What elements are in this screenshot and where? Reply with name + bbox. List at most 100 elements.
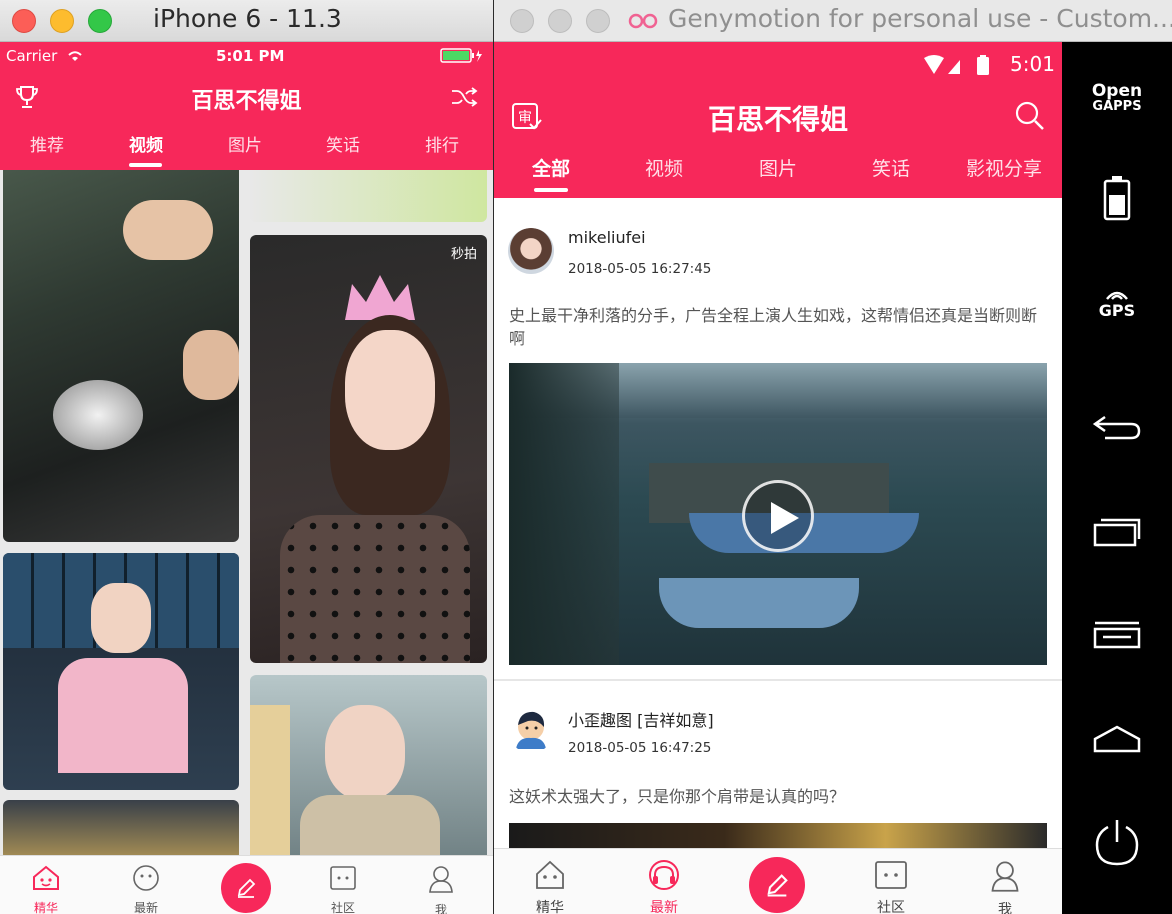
publish-button[interactable] bbox=[221, 863, 271, 913]
video-card[interactable] bbox=[3, 553, 239, 790]
ios-simulator-window: iPhone 6 - 11.3 Carrier 5:01 PM 百思不得姐 推荐… bbox=[0, 0, 493, 914]
ios-category-tabs: 推荐 视频 图片 笑话 排行 bbox=[0, 128, 493, 170]
tab-bar-featured[interactable]: 精华 bbox=[16, 864, 76, 914]
tab-bar-label: 社区 bbox=[877, 900, 905, 914]
android-category-tabs: 全部 视频 图片 笑话 影视分享 bbox=[494, 146, 1062, 198]
crown-image bbox=[345, 275, 415, 320]
minimize-window-button[interactable] bbox=[548, 8, 572, 33]
post-item[interactable]: 小歪趣图 [吉祥如意] 2018-05-05 16:47:25 这妖术太强大了，… bbox=[494, 681, 1062, 848]
tab-bar-community[interactable]: 社区 bbox=[313, 864, 373, 914]
pencil-icon bbox=[237, 878, 256, 898]
android-status-bar: 5:01 bbox=[494, 42, 1062, 88]
tab-bar-new[interactable]: 最新 bbox=[629, 859, 699, 914]
carrier-label: Carrier bbox=[6, 47, 58, 65]
ios-window-titlebar: iPhone 6 - 11.3 bbox=[0, 0, 493, 42]
tab-bar-label: 精华 bbox=[33, 901, 58, 914]
active-tab-indicator bbox=[129, 163, 162, 167]
recent-apps-button[interactable] bbox=[1062, 506, 1172, 556]
ios-app-header: Carrier 5:01 PM 百思不得姐 推荐 视频 图片 笑话 排行 bbox=[0, 42, 493, 170]
menu-icon bbox=[1093, 621, 1141, 649]
android-app-header: 5:01 审 百思不得姐 全部 视频 图片 笑话 影视分享 bbox=[494, 42, 1062, 198]
avatar[interactable] bbox=[508, 707, 554, 753]
menu-button[interactable] bbox=[1062, 610, 1172, 660]
play-button[interactable] bbox=[742, 480, 814, 552]
tab-video[interactable]: 视频 bbox=[116, 131, 176, 156]
shuffle-icon[interactable] bbox=[450, 86, 478, 108]
android-clock: 5:01 bbox=[1010, 52, 1055, 76]
power-icon bbox=[1095, 820, 1139, 866]
power-button[interactable] bbox=[1062, 812, 1172, 872]
community-box-icon bbox=[875, 861, 907, 889]
publish-button[interactable] bbox=[749, 857, 805, 913]
post-image[interactable] bbox=[509, 823, 1047, 848]
tab-movie-share[interactable]: 影视分享 bbox=[959, 154, 1049, 181]
tab-bar-new[interactable]: 最新 bbox=[116, 864, 176, 914]
search-icon[interactable] bbox=[1014, 100, 1046, 132]
tab-jokes[interactable]: 笑话 bbox=[846, 154, 936, 181]
post-time: 2018-05-05 16:47:25 bbox=[568, 740, 712, 756]
video-card[interactable]: 秒拍 bbox=[250, 235, 487, 663]
gps-widget[interactable]: GPS bbox=[1062, 274, 1172, 330]
post-author[interactable]: 小歪趣图 [吉祥如意] bbox=[568, 707, 714, 731]
android-tab-bar: 精华 最新 社区 我 bbox=[494, 848, 1062, 914]
wifi-signal-battery-icon bbox=[924, 55, 989, 75]
community-box-icon bbox=[330, 866, 356, 890]
zoom-window-button[interactable] bbox=[88, 8, 112, 33]
tab-bar-label: 我 bbox=[998, 902, 1012, 914]
tab-bar-community[interactable]: 社区 bbox=[856, 859, 926, 914]
ios-clock: 5:01 PM bbox=[216, 47, 285, 65]
tab-jokes[interactable]: 笑话 bbox=[313, 131, 373, 156]
battery-icon bbox=[440, 48, 482, 63]
tab-bar-me[interactable]: 我 bbox=[970, 859, 1040, 914]
ios-tab-bar: 精华 最新 社区 我 bbox=[0, 855, 493, 914]
tab-ranking[interactable]: 排行 bbox=[412, 131, 472, 156]
post-time: 2018-05-05 16:27:45 bbox=[568, 261, 712, 277]
android-app-title: 百思不得姐 bbox=[707, 103, 848, 136]
battery-widget[interactable] bbox=[1062, 170, 1172, 226]
chrome-stool-image bbox=[53, 380, 143, 450]
opengapps-widget[interactable]: Open GAPPS bbox=[1062, 70, 1172, 126]
ios-app-title: 百思不得姐 bbox=[191, 89, 302, 114]
tab-pictures[interactable]: 图片 bbox=[215, 131, 275, 156]
active-tab-indicator bbox=[534, 188, 568, 192]
zoom-window-button[interactable] bbox=[586, 8, 610, 33]
hand-image bbox=[183, 330, 239, 400]
gps-label: GPS bbox=[1098, 300, 1136, 320]
ios-window-title: iPhone 6 - 11.3 bbox=[153, 4, 342, 33]
close-window-button[interactable] bbox=[510, 8, 534, 33]
close-window-button[interactable] bbox=[12, 8, 36, 33]
post-text: 史上最干净利落的分手，广告全程上演人生如戏，这帮情侣还真是当断则断啊 bbox=[509, 306, 1038, 348]
tab-recommend[interactable]: 推荐 bbox=[17, 131, 77, 156]
video-card[interactable] bbox=[3, 170, 239, 542]
post-text: 这妖术太强大了，只是你那个肩带是认真的吗？ bbox=[509, 787, 846, 806]
tab-bar-label: 精华 bbox=[536, 900, 564, 914]
tab-bar-label: 最新 bbox=[133, 901, 158, 914]
tab-pictures[interactable]: 图片 bbox=[733, 154, 823, 181]
video-thumbnail[interactable] bbox=[509, 363, 1047, 665]
tab-bar-label: 我 bbox=[434, 903, 447, 914]
tab-video[interactable]: 视频 bbox=[619, 154, 709, 181]
genymotion-window: Genymotion for personal use - Custom... … bbox=[494, 0, 1172, 914]
home-button[interactable] bbox=[1062, 714, 1172, 764]
ios-nav-bar: 百思不得姐 bbox=[0, 74, 493, 122]
tab-bar-featured[interactable]: 精华 bbox=[515, 859, 585, 914]
anchor-face-image bbox=[91, 583, 151, 653]
avatar[interactable] bbox=[508, 228, 554, 274]
smiley-icon bbox=[133, 865, 159, 891]
frame-edge-image bbox=[509, 363, 619, 665]
video-card[interactable] bbox=[250, 675, 487, 855]
video-card[interactable] bbox=[3, 800, 239, 855]
face-image bbox=[345, 330, 435, 450]
genymotion-sidebar: Open GAPPS GPS bbox=[1062, 42, 1172, 914]
post-item[interactable]: mikeliufei 2018-05-05 16:27:45 史上最干净利落的分… bbox=[494, 198, 1062, 681]
tab-bar-me[interactable]: 我 bbox=[411, 864, 471, 914]
back-button[interactable] bbox=[1062, 402, 1172, 452]
video-card[interactable] bbox=[250, 170, 487, 222]
minimize-window-button[interactable] bbox=[50, 8, 74, 33]
boat-image bbox=[659, 578, 859, 628]
tab-all[interactable]: 全部 bbox=[506, 154, 596, 181]
post-author[interactable]: mikeliufei bbox=[568, 228, 646, 247]
house-face-icon bbox=[33, 865, 59, 890]
recent-apps-icon bbox=[1093, 518, 1141, 547]
miaopai-badge: 秒拍 bbox=[450, 247, 477, 262]
